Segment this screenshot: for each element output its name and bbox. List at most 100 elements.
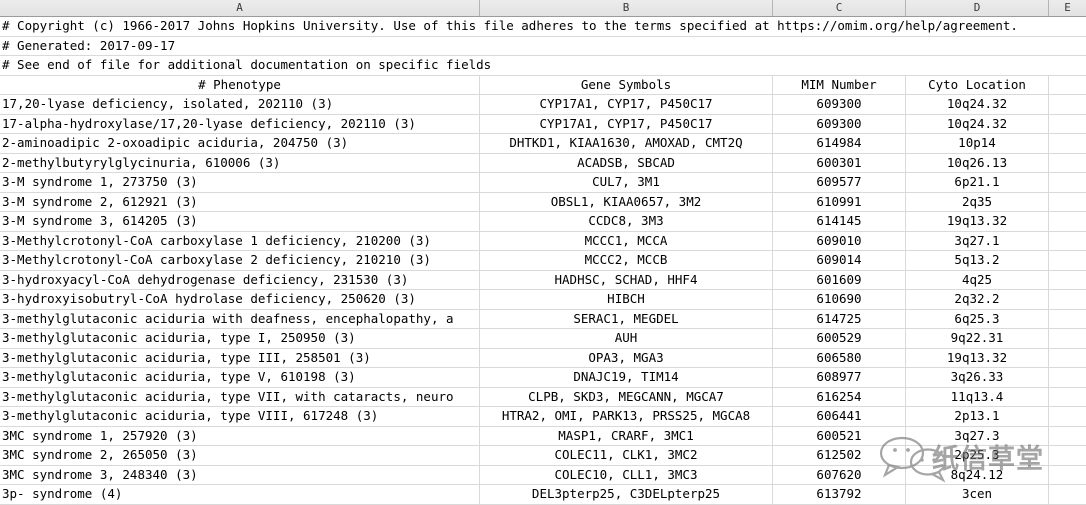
cell-mim-number[interactable]: 609577	[773, 173, 906, 192]
table-row[interactable]: 3-methylglutaconic aciduria with deafnes…	[0, 309, 1086, 329]
cell-mim-number[interactable]: 600521	[773, 426, 906, 445]
table-row[interactable]: 2-aminoadipic 2-oxoadipic aciduria, 2047…	[0, 134, 1086, 154]
table-row[interactable]: 3-methylglutaconic aciduria, type VII, w…	[0, 387, 1086, 407]
cell-gene-symbols[interactable]: HIBCH	[480, 290, 773, 309]
cell-cyto-location[interactable]: 10q24.32	[906, 95, 1049, 114]
cell-cyto-location[interactable]: 2p25.3	[906, 446, 1049, 465]
cell-phenotype[interactable]: 3-methylglutaconic aciduria with deafnes…	[0, 309, 480, 328]
cell-phenotype[interactable]: 17,20-lyase deficiency, isolated, 202110…	[0, 95, 480, 114]
cell-cyto-location[interactable]: 2q32.2	[906, 290, 1049, 309]
table-row[interactable]: 3MC syndrome 3, 248340 (3) COLEC10, CLL1,…	[0, 465, 1086, 485]
cell-phenotype[interactable]: 3-M syndrome 3, 614205 (3)	[0, 212, 480, 231]
cell-overflow[interactable]	[1049, 329, 1086, 348]
table-row[interactable]: 3-methylglutaconic aciduria, type V, 610…	[0, 368, 1086, 388]
cell-mim-number[interactable]: 609010	[773, 231, 906, 250]
cell-phenotype[interactable]: 3-M syndrome 2, 612921 (3)	[0, 192, 480, 211]
cell-gene-symbols[interactable]: CYP17A1, CYP17, P450C17	[480, 95, 773, 114]
cell-cyto-location[interactable]: 6p21.1	[906, 173, 1049, 192]
cell-gene-symbols[interactable]: DEL3pterp25, C3DELpterp25	[480, 485, 773, 504]
cell-mim-number[interactable]: 600529	[773, 329, 906, 348]
cell-gene-symbols[interactable]: AUH	[480, 329, 773, 348]
column-header-e[interactable]: E	[1049, 0, 1086, 16]
cell-cyto-location[interactable]: 3cen	[906, 485, 1049, 504]
cell-gene-symbols[interactable]: SERAC1, MEGDEL	[480, 309, 773, 328]
cell-mim-number[interactable]: 612502	[773, 446, 906, 465]
cell-cyto-location[interactable]: 8q24.12	[906, 465, 1049, 484]
cell-mim-number[interactable]: 610991	[773, 192, 906, 211]
table-row[interactable]: 3-M syndrome 1, 273750 (3) CUL7, 3M1 60957…	[0, 173, 1086, 193]
cell-overflow[interactable]	[1049, 427, 1086, 446]
cell-mim-number[interactable]: 607620	[773, 465, 906, 484]
cell-mim-number[interactable]: 614145	[773, 212, 906, 231]
cell-overflow[interactable]	[1049, 193, 1086, 212]
table-row[interactable]: 3-M syndrome 2, 612921 (3) OBSL1, KIAA065…	[0, 192, 1086, 212]
cell-mim-number[interactable]: 606580	[773, 348, 906, 367]
cell-overflow[interactable]	[1049, 349, 1086, 368]
table-row[interactable]: 17,20-lyase deficiency, isolated, 202110…	[0, 95, 1086, 115]
cell-phenotype[interactable]: 3-methylglutaconic aciduria, type V, 610…	[0, 368, 480, 387]
cell-overflow[interactable]	[1049, 134, 1086, 153]
cell-cyto-location[interactable]: 6q25.3	[906, 309, 1049, 328]
table-row[interactable]: 3MC syndrome 1, 257920 (3) MASP1, CRARF, …	[0, 426, 1086, 446]
cell-cyto-location[interactable]: 2q35	[906, 192, 1049, 211]
cell-cyto-location[interactable]: 9q22.31	[906, 329, 1049, 348]
table-row[interactable]: 2-methylbutyrylglycinuria, 610006 (3) ACA…	[0, 153, 1086, 173]
cell-gene-symbols[interactable]: HTRA2, OMI, PARK13, PRSS25, MGCA8	[480, 407, 773, 426]
cell-phenotype[interactable]: 3MC syndrome 2, 265050 (3)	[0, 446, 480, 465]
column-header-d[interactable]: D	[906, 0, 1049, 16]
cell-overflow[interactable]	[1049, 290, 1086, 309]
column-header-a[interactable]: A	[0, 0, 480, 16]
cell-gene-symbols[interactable]: ACADSB, SBCAD	[480, 153, 773, 172]
cell-overflow[interactable]	[1049, 115, 1086, 134]
cell-overflow[interactable]	[1049, 251, 1086, 270]
cell-phenotype[interactable]: 17-alpha-hydroxylase/17,20-lyase deficie…	[0, 114, 480, 133]
cell-gene-symbols[interactable]: MCCC2, MCCB	[480, 251, 773, 270]
cell-overflow[interactable]	[1049, 485, 1086, 504]
cell-gene-symbols[interactable]: HADHSC, SCHAD, HHF4	[480, 270, 773, 289]
column-header-c[interactable]: C	[773, 0, 906, 16]
cell-cyto-location[interactable]: 10p14	[906, 134, 1049, 153]
cell-mim-number[interactable]: 601609	[773, 270, 906, 289]
cell-overflow[interactable]	[1049, 310, 1086, 329]
cell-cyto-location[interactable]: 4q25	[906, 270, 1049, 289]
cell-overflow[interactable]	[1049, 212, 1086, 231]
table-row[interactable]: 3p- syndrome (4) DEL3pterp25, C3DELpterp2…	[0, 485, 1086, 505]
cell-cyto-location[interactable]: 11q13.4	[906, 387, 1049, 406]
cell-mim-number[interactable]: 610690	[773, 290, 906, 309]
cell-gene-symbols[interactable]: MCCC1, MCCA	[480, 231, 773, 250]
cell-overflow[interactable]	[1049, 466, 1086, 485]
cell-phenotype[interactable]: 3MC syndrome 3, 248340 (3)	[0, 465, 480, 484]
cell-gene-symbols[interactable]: DHTKD1, KIAA1630, AMOXAD, CMT2Q	[480, 134, 773, 153]
cell-phenotype[interactable]: 3-hydroxyisobutryl-CoA hydrolase deficie…	[0, 290, 480, 309]
cell-phenotype[interactable]: 3-methylglutaconic aciduria, type III, 2…	[0, 348, 480, 367]
cell-mim-number[interactable]: 609300	[773, 95, 906, 114]
cell-mim-number[interactable]: 606441	[773, 407, 906, 426]
table-row[interactable]: 17-alpha-hydroxylase/17,20-lyase deficie…	[0, 114, 1086, 134]
cell-mim-number[interactable]: 609300	[773, 114, 906, 133]
cell-phenotype[interactable]: 3-methylglutaconic aciduria, type VII, w…	[0, 387, 480, 406]
cell-phenotype[interactable]: 3-methylglutaconic aciduria, type I, 250…	[0, 329, 480, 348]
table-row[interactable]: 3-M syndrome 3, 614205 (3) CCDC8, 3M3 6141…	[0, 212, 1086, 232]
cell-phenotype[interactable]: 3-hydroxyacyl-CoA dehydrogenase deficien…	[0, 270, 480, 289]
cell-cyto-location[interactable]: 3q27.3	[906, 426, 1049, 445]
cell-mim-number[interactable]: 614984	[773, 134, 906, 153]
table-row[interactable]: 3-Methylcrotonyl-CoA carboxylase 2 defic…	[0, 251, 1086, 271]
cell-phenotype[interactable]: 3MC syndrome 1, 257920 (3)	[0, 426, 480, 445]
cell-cyto-location[interactable]: 3q26.33	[906, 368, 1049, 387]
cell-overflow[interactable]	[1049, 173, 1086, 192]
cell-cyto-location[interactable]: 10q26.13	[906, 153, 1049, 172]
cell-overflow[interactable]	[1049, 407, 1086, 426]
cell-gene-symbols[interactable]: CLPB, SKD3, MEGCANN, MGCA7	[480, 387, 773, 406]
cell-mim-number[interactable]: 600301	[773, 153, 906, 172]
cell-overflow[interactable]	[1049, 232, 1086, 251]
cell-gene-symbols[interactable]: COLEC11, CLK1, 3MC2	[480, 446, 773, 465]
cell-overflow[interactable]	[1049, 446, 1086, 465]
table-row[interactable]: 3MC syndrome 2, 265050 (3) COLEC11, CLK1,…	[0, 446, 1086, 466]
cell-cyto-location[interactable]: 5q13.2	[906, 251, 1049, 270]
cell-mim-number[interactable]: 616254	[773, 387, 906, 406]
cell-mim-number[interactable]: 608977	[773, 368, 906, 387]
cell-phenotype[interactable]: 2-methylbutyrylglycinuria, 610006 (3)	[0, 153, 480, 172]
cell-overflow[interactable]	[1049, 368, 1086, 387]
cell-phenotype[interactable]: 3-methylglutaconic aciduria, type VIII, …	[0, 407, 480, 426]
cell-phenotype[interactable]: 3-Methylcrotonyl-CoA carboxylase 2 defic…	[0, 251, 480, 270]
